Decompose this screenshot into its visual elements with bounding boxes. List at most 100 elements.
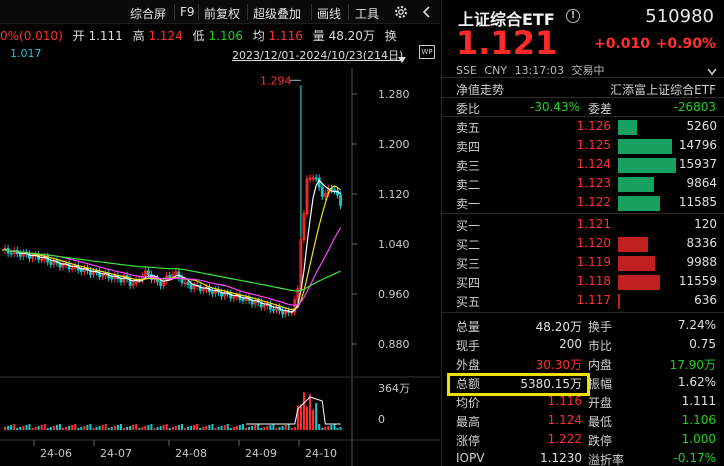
bid-row[interactable]: 买一 1.121 120	[442, 216, 724, 235]
chevron-left-icon[interactable]	[420, 4, 434, 20]
candle-body	[169, 276, 171, 277]
toolbar-item-f9[interactable]: F9	[180, 5, 195, 19]
toolbar-item-forward-adjust[interactable]: 前复权	[204, 5, 240, 22]
stat-value: -0.17%	[674, 451, 716, 465]
bid-row[interactable]: 买四 1.118 11559	[442, 273, 724, 292]
candle-body	[93, 272, 95, 275]
y-tick-label: 1.040	[378, 238, 410, 251]
ask-price: 1.123	[577, 176, 611, 190]
candle-body	[150, 275, 152, 280]
candle-body	[233, 297, 235, 298]
candle-body	[105, 273, 107, 275]
stat-label: 换手	[588, 318, 612, 335]
candle-body	[239, 295, 241, 299]
bid-depth-bar	[618, 294, 620, 309]
peak-label: 1.294	[260, 74, 292, 87]
ask-row[interactable]: 卖五 1.126 5260	[442, 118, 724, 137]
date-range[interactable]: 2023/12/01-2024/10/23(214日)	[232, 47, 403, 63]
candle-body	[236, 295, 238, 297]
toolbar-item-composite[interactable]: 综合屏	[130, 5, 166, 22]
stat-label: 总量	[456, 318, 480, 335]
y-tick-label: 1.120	[378, 188, 410, 201]
weibi-label: 委比	[456, 100, 480, 117]
volume-bar	[99, 426, 101, 430]
candle-body	[260, 302, 262, 307]
candle-body	[144, 271, 146, 276]
ma5-line	[2, 180, 341, 312]
volume-bar	[257, 424, 259, 430]
volume-bar	[157, 427, 159, 430]
kline-chart-pane[interactable]: 综合屏 F9 前复权 超级叠加 画线 工具 0%(0.010) 开 1.111 …	[0, 0, 440, 466]
candle-body	[102, 275, 104, 276]
ask-row[interactable]: 卖四 1.125 14796	[442, 137, 724, 156]
volume-bar	[16, 428, 18, 430]
bid-volume: 8336	[686, 236, 717, 250]
info-icon[interactable]: !	[566, 9, 580, 23]
ask-volume: 5260	[686, 119, 717, 133]
ask-label: 卖四	[456, 138, 480, 155]
candle-body	[285, 311, 287, 314]
volume-bar	[105, 424, 107, 430]
stat-value: 30.30万	[536, 356, 582, 373]
volume-bar	[102, 425, 104, 430]
ask-price: 1.124	[577, 157, 611, 171]
x-tick-label: 24-08	[175, 447, 207, 460]
volume-bar	[89, 424, 91, 430]
bid-price: 1.117	[577, 293, 611, 307]
volume-bar	[169, 428, 171, 430]
volume-bar	[333, 424, 335, 430]
candle-body	[196, 286, 198, 287]
ma20-line	[2, 228, 341, 306]
volume-ma-line	[246, 397, 341, 424]
bid-volume: 120	[694, 217, 717, 231]
stat-value: 7.24%	[678, 318, 716, 332]
candle-body	[166, 276, 168, 281]
candle-body	[41, 259, 43, 260]
candle-body	[74, 266, 76, 268]
bid-row[interactable]: 买二 1.120 8336	[442, 235, 724, 254]
dropdown-arrow-icon[interactable]	[397, 50, 407, 60]
candle-body	[245, 297, 247, 300]
more-label: 换	[385, 29, 397, 43]
candle-body	[175, 272, 177, 275]
ask-row[interactable]: 卖一 1.122 11585	[442, 194, 724, 213]
candle-body	[224, 293, 226, 296]
candle-body	[132, 283, 134, 285]
volume-bar	[68, 426, 70, 430]
y-tick-label: 0.880	[378, 338, 410, 351]
bid-label: 买五	[456, 293, 480, 310]
stat-label: 均价	[456, 394, 480, 411]
stat-value: 1.000	[682, 432, 716, 446]
candle-body	[321, 187, 323, 196]
candle-body	[56, 261, 58, 263]
candle-body	[68, 264, 70, 269]
volume-bar	[86, 425, 88, 430]
toolbar-item-tools[interactable]: 工具	[355, 5, 379, 22]
toolbar-item-drawing[interactable]: 画线	[317, 5, 341, 22]
stat-value: 48.20万	[536, 318, 582, 335]
ask-row[interactable]: 卖二 1.123 9864	[442, 175, 724, 194]
candle-body	[108, 273, 110, 277]
volume-bar	[327, 426, 329, 430]
volume-bar	[160, 426, 162, 430]
chevron-down-icon[interactable]	[706, 62, 718, 72]
weicha-value: -26803	[673, 100, 716, 114]
bid-row[interactable]: 买三 1.119 9988	[442, 254, 724, 273]
toolbar-item-overlay[interactable]: 超级叠加	[253, 5, 301, 22]
ask-row[interactable]: 卖三 1.124 15937	[442, 156, 724, 175]
volume-bar	[114, 426, 116, 430]
volume-bar	[215, 428, 217, 430]
candle-body	[181, 278, 183, 283]
wp-badge[interactable]: WP	[419, 45, 435, 59]
bid-label: 买一	[456, 217, 480, 234]
volume-bar	[80, 427, 82, 430]
gear-icon[interactable]	[393, 4, 409, 20]
volume-bar	[266, 426, 268, 430]
nav-trend-link[interactable]: 净值走势	[456, 81, 504, 98]
candle-body	[279, 307, 281, 311]
last-price: 1.121	[456, 24, 557, 62]
bid-row[interactable]: 买五 1.117 636	[442, 292, 724, 311]
y-tick-label: 0.960	[378, 288, 410, 301]
candle-body	[62, 265, 64, 267]
stat-label: 涨停	[456, 432, 480, 449]
